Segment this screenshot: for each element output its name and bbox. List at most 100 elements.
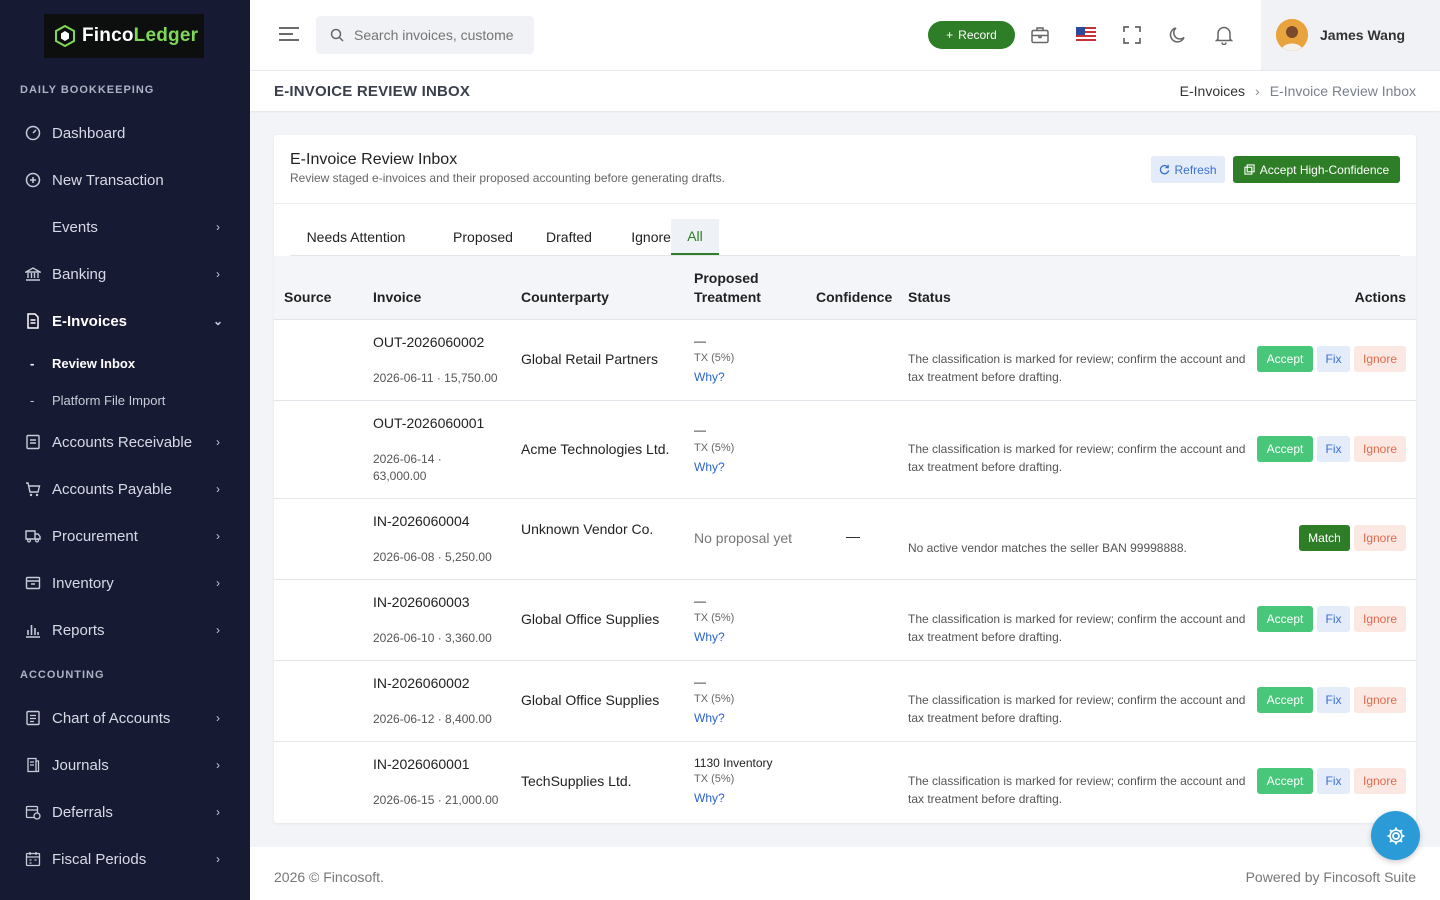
invoice-number[interactable]: OUT-2026060002: [373, 334, 484, 350]
invoice-number[interactable]: OUT-2026060001: [373, 415, 484, 431]
invoice-number[interactable]: IN-2026060001: [373, 756, 470, 772]
table-row[interactable]: IN-2026060002 2026-06-12 · 8,400.00 Glob…: [274, 661, 1416, 742]
tab-proposed[interactable]: Proposed: [438, 219, 528, 255]
sidebar-item-accounts-payable[interactable]: Accounts Payable ›: [0, 469, 250, 509]
sidebar-item-label: Procurement: [52, 527, 138, 545]
brand-logo[interactable]: FincoLedger: [44, 13, 204, 58]
table-row[interactable]: OUT-2026060002 2026-06-11 · 15,750.00 Gl…: [274, 320, 1416, 401]
sidebar-item-label: Deferrals: [52, 803, 113, 821]
sidebar-item-label: Events: [52, 218, 98, 236]
sidebar-item-reports[interactable]: Reports ›: [0, 610, 250, 650]
accept-button[interactable]: Accept: [1257, 687, 1313, 713]
column-header-confidence[interactable]: Confidence: [816, 288, 892, 307]
sidebar-item-chart-of-accounts[interactable]: Chart of Accounts ›: [0, 698, 250, 738]
menu-toggle-icon[interactable]: [278, 25, 300, 43]
card-header: E-Invoice Review Inbox Review staged e-i…: [274, 135, 1416, 204]
refresh-button[interactable]: Refresh: [1151, 156, 1225, 183]
file-text-icon: [24, 312, 42, 330]
accept-button[interactable]: Accept: [1257, 606, 1313, 632]
accept-button[interactable]: Accept: [1257, 436, 1313, 462]
fullscreen-icon[interactable]: [1121, 24, 1143, 46]
accept-high-confidence-button[interactable]: Accept High-Confidence: [1233, 156, 1400, 183]
why-link[interactable]: Why?: [694, 711, 725, 725]
sidebar-item-e-invoices[interactable]: E-Invoices ⌄: [0, 301, 250, 341]
why-link[interactable]: Why?: [694, 791, 725, 805]
sidebar: FincoLedger DAILY BOOKKEEPING Dashboard …: [0, 0, 250, 900]
column-header-source[interactable]: Source: [284, 288, 331, 307]
tab-all[interactable]: All: [671, 219, 719, 255]
tab-needs-attention[interactable]: Needs Attention: [290, 219, 422, 255]
fix-button[interactable]: Fix: [1317, 436, 1350, 462]
search-box[interactable]: [316, 16, 534, 54]
ignore-button[interactable]: Ignore: [1354, 606, 1406, 632]
column-header-invoice[interactable]: Invoice: [373, 288, 421, 307]
dash-icon: -: [30, 355, 35, 371]
ignore-button[interactable]: Ignore: [1354, 768, 1406, 794]
accept-button[interactable]: Accept: [1257, 346, 1313, 372]
table-row[interactable]: OUT-2026060001 2026-06-14 · 63,000.00 Ac…: [274, 401, 1416, 499]
sidebar-item-deferrals[interactable]: Deferrals ›: [0, 792, 250, 832]
tab-drafted[interactable]: Drafted: [531, 219, 607, 255]
bar-chart-icon: [24, 621, 42, 639]
counterparty-name: Global Retail Partners: [521, 351, 658, 367]
truck-icon: [24, 527, 42, 545]
column-header-treatment[interactable]: Proposed Treatment: [694, 269, 761, 307]
ignore-button[interactable]: Ignore: [1354, 525, 1406, 551]
sidebar-item-label: Fiscal Periods: [52, 850, 147, 868]
sidebar-item-events[interactable]: Events ›: [0, 207, 250, 247]
sidebar-subitem-review-inbox[interactable]: - Review Inbox: [0, 348, 250, 378]
search-input[interactable]: [354, 27, 514, 43]
invoice-number[interactable]: IN-2026060003: [373, 594, 470, 610]
sidebar-item-label: New Transaction: [52, 171, 164, 189]
search-icon: [330, 28, 344, 42]
why-link[interactable]: Why?: [694, 630, 725, 644]
proposed-tax: TX (5%): [694, 352, 735, 364]
column-header-actions: Actions: [1354, 289, 1406, 305]
fix-button[interactable]: Fix: [1317, 687, 1350, 713]
table-row[interactable]: IN-2026060004 2026-06-08 · 5,250.00 Unkn…: [274, 499, 1416, 580]
fix-button[interactable]: Fix: [1317, 606, 1350, 632]
accept-button[interactable]: Accept: [1257, 768, 1313, 794]
table-row[interactable]: IN-2026060001 2026-06-15 · 21,000.00 Tec…: [274, 742, 1416, 823]
dark-mode-moon-icon[interactable]: [1167, 24, 1189, 46]
sidebar-item-journals[interactable]: Journals ›: [0, 745, 250, 785]
refresh-button-label: Refresh: [1174, 162, 1217, 177]
calendar-icon: [24, 850, 42, 868]
list-box-icon: [24, 709, 42, 727]
review-inbox-card: E-Invoice Review Inbox Review staged e-i…: [274, 135, 1416, 823]
plus-icon: +: [946, 28, 954, 42]
fix-button[interactable]: Fix: [1317, 768, 1350, 794]
sidebar-item-new-transaction[interactable]: New Transaction: [0, 160, 250, 200]
ignore-button[interactable]: Ignore: [1354, 687, 1406, 713]
bell-icon[interactable]: [1213, 24, 1235, 46]
user-menu[interactable]: James Wang: [1261, 0, 1440, 70]
sidebar-item-banking[interactable]: Banking ›: [0, 254, 250, 294]
section-daily-bookkeeping: DAILY BOOKKEEPING: [20, 84, 155, 96]
status-text: No active vendor matches the seller BAN …: [908, 541, 1187, 555]
proposed-tax: TX (5%): [694, 773, 735, 785]
breadcrumb-link-e-invoices[interactable]: E-Invoices: [1180, 83, 1245, 99]
sidebar-item-dashboard[interactable]: Dashboard: [0, 113, 250, 153]
sidebar-item-procurement[interactable]: Procurement ›: [0, 516, 250, 556]
ignore-button[interactable]: Ignore: [1354, 436, 1406, 462]
why-link[interactable]: Why?: [694, 370, 725, 384]
why-link[interactable]: Why?: [694, 460, 725, 474]
sidebar-item-inventory[interactable]: Inventory ›: [0, 563, 250, 603]
column-header-counterparty[interactable]: Counterparty: [521, 288, 609, 307]
topbar: + Record James Wang: [250, 0, 1440, 71]
column-header-status[interactable]: Status: [908, 288, 951, 307]
fix-button[interactable]: Fix: [1317, 346, 1350, 372]
us-flag-icon[interactable]: [1075, 24, 1097, 46]
sidebar-item-accounts-receivable[interactable]: Accounts Receivable ›: [0, 422, 250, 462]
settings-fab[interactable]: [1371, 811, 1420, 860]
invoice-number[interactable]: IN-2026060004: [373, 513, 470, 529]
record-button[interactable]: + Record: [928, 21, 1015, 49]
match-button[interactable]: Match: [1299, 525, 1350, 551]
briefcase-icon[interactable]: [1029, 24, 1051, 46]
table-row[interactable]: IN-2026060003 2026-06-10 · 3,360.00 Glob…: [274, 580, 1416, 661]
card-subtitle: Review staged e-invoices and their propo…: [290, 171, 725, 185]
invoice-number[interactable]: IN-2026060002: [373, 675, 470, 691]
ignore-button[interactable]: Ignore: [1354, 346, 1406, 372]
sidebar-item-fiscal-periods[interactable]: Fiscal Periods ›: [0, 839, 250, 879]
sidebar-subitem-platform-file-import[interactable]: - Platform File Import: [0, 385, 250, 415]
